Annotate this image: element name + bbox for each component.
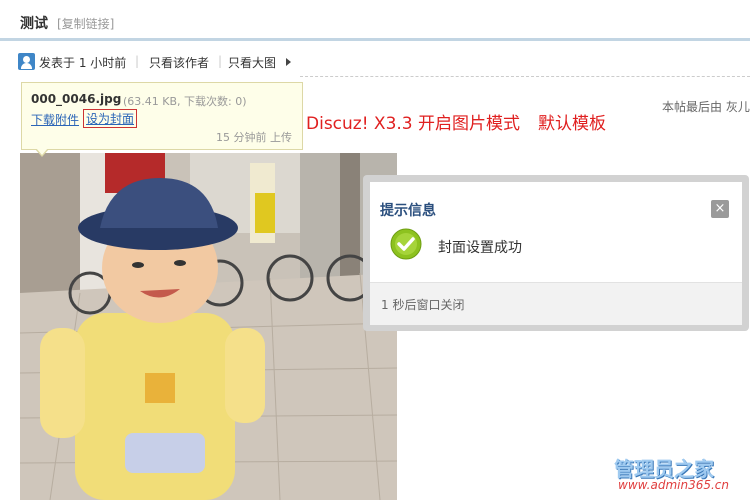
caret-right-icon[interactable] <box>286 58 291 66</box>
user-icon <box>18 53 35 70</box>
meta-separator: | <box>218 54 223 68</box>
thread-header: 测试 [复制链接] <box>0 0 750 40</box>
dialog-footer: 1 秒后窗口关闭 <box>370 282 742 325</box>
attachment-filename: 000_0046.jpg <box>31 92 122 106</box>
dialog-title: 提示信息 <box>380 203 436 219</box>
meta-separator: | <box>135 54 140 68</box>
upload-time: 15 分钟前 上传 <box>216 131 292 144</box>
copy-link[interactable]: [复制链接] <box>57 15 114 32</box>
annotation-part1: Discuz! X3.3 开启图片模式 <box>306 114 521 134</box>
annotation-note: Discuz! X3.3 开启图片模式 默认模板 <box>306 109 606 134</box>
posted-time: 发表于 1 小时前 <box>39 56 127 70</box>
set-cover-link[interactable]: 设为封面 <box>83 109 138 128</box>
attachment-tooltip: 000_0046.jpg (63.41 KB, 下载次数: 0) 下载附件 设为… <box>21 82 303 157</box>
dashed-divider <box>300 76 750 77</box>
auto-close-text: 1 秒后窗口关闭 <box>381 298 465 312</box>
site-watermark: 管理员之家 www.admin365.cn <box>612 453 738 493</box>
header-divider <box>0 38 750 41</box>
success-check-icon <box>390 228 422 260</box>
attachment-photo[interactable] <box>20 153 397 500</box>
thread-title: 测试 <box>20 16 48 32</box>
attachment-info: (63.41 KB, 下载次数: 0) <box>123 95 247 108</box>
last-edit-note: 本帖最后由 灰儿 <box>662 100 750 114</box>
tooltip-arrow-fill <box>36 148 48 155</box>
notice-dialog: 提示信息 × 封面设置成功 1 秒后窗口关闭 <box>363 175 749 331</box>
dialog-body: 提示信息 × 封面设置成功 1 秒后窗口关闭 <box>370 182 742 325</box>
close-icon[interactable]: × <box>711 200 729 218</box>
watermark-url: www.admin365.cn <box>618 478 730 492</box>
annotation-part2: 默认模板 <box>538 114 607 134</box>
big-image-only-link[interactable]: 只看大图 <box>228 54 276 71</box>
dialog-message: 封面设置成功 <box>438 240 522 256</box>
download-attachment-link[interactable]: 下载附件 <box>31 111 79 128</box>
author-only-link[interactable]: 只看该作者 <box>149 54 209 71</box>
